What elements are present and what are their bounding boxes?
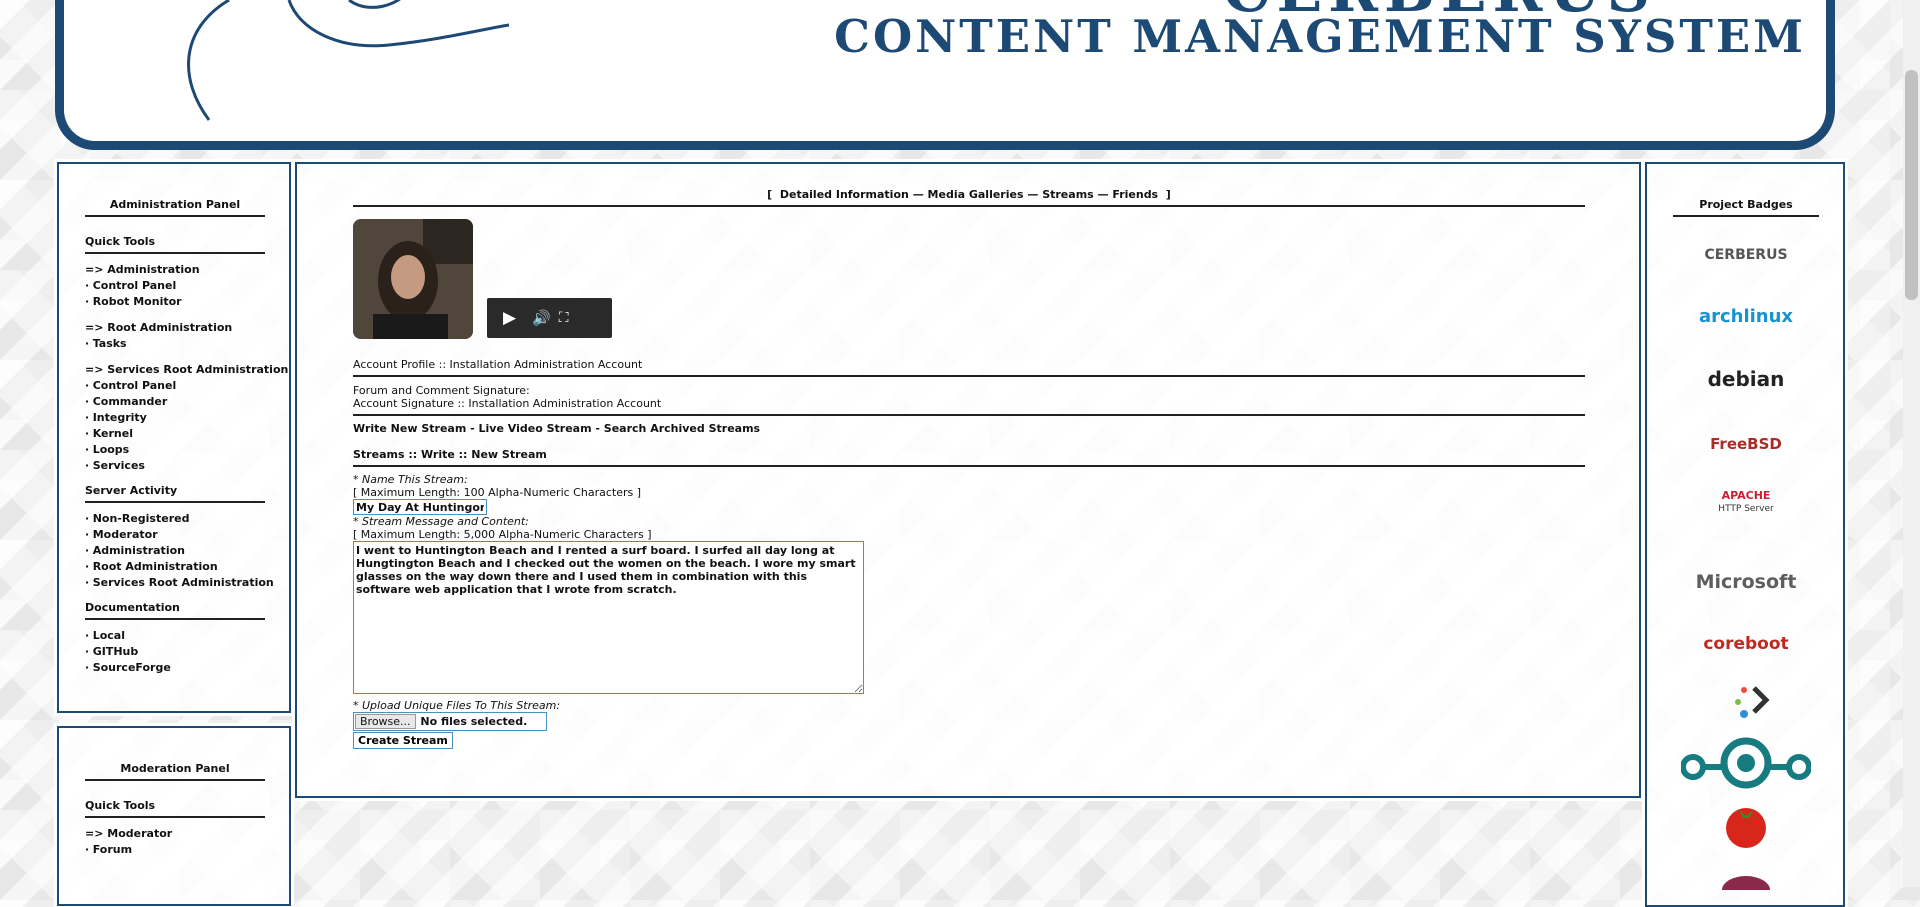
lineageos-badge-icon[interactable] (1673, 735, 1819, 798)
moderation-panel: Moderation Panel Quick Tools => Moderato… (57, 726, 291, 906)
badge-coreboot[interactable]: coreboot (1673, 624, 1819, 664)
nav-item[interactable]: · Robot Monitor (85, 294, 265, 310)
nav-moderator-root[interactable]: => Moderator (85, 826, 265, 842)
tab-detailed-information[interactable]: Detailed Information (780, 188, 909, 201)
site-header: CERBERUS CONTENT MANAGEMENT SYSTEM (55, 0, 1835, 150)
create-stream-button[interactable]: Create Stream (353, 732, 453, 749)
name-hint: [ Maximum Length: 100 Alpha-Numeric Char… (353, 486, 641, 499)
nav-item[interactable]: · SourceForge (85, 660, 265, 676)
tab-streams[interactable]: Streams (1042, 188, 1094, 201)
nav-item[interactable]: · Non-Registered (85, 511, 265, 527)
profile-tabs: [ Detailed Information — Media Galleries… (353, 188, 1585, 207)
nav-item[interactable]: · Moderator (85, 527, 265, 543)
nav-item[interactable]: · Services (85, 458, 265, 474)
nav-group-root[interactable]: => Root Administration (85, 320, 265, 336)
section-heading: Server Activity (85, 484, 265, 503)
stream-name-input[interactable] (353, 499, 487, 515)
badge-debian[interactable]: debian (1673, 359, 1819, 399)
scrollbar[interactable] (1903, 0, 1920, 887)
message-label: * Stream Message and Content: (353, 515, 529, 528)
signature-value: Account Signature :: Installation Admini… (353, 397, 1585, 416)
nav-item[interactable]: · Integrity (85, 410, 265, 426)
live-video-stream-link[interactable]: Live Video Stream (479, 422, 592, 435)
fullscreen-icon[interactable]: ⛶ (559, 310, 569, 326)
volume-icon[interactable]: 🔊 (532, 309, 551, 327)
nav-item[interactable]: · Root Administration (85, 559, 265, 575)
partial-badge-icon[interactable] (1673, 860, 1819, 904)
nav-item[interactable]: · GITHub (85, 644, 265, 660)
nav-item[interactable]: · Commander (85, 394, 265, 410)
header-subtitle: CONTENT MANAGEMENT SYSTEM (834, 10, 1806, 63)
badge-apache[interactable]: APACHE HTTP Server (1673, 488, 1819, 514)
search-archived-streams-link[interactable]: Search Archived Streams (604, 422, 760, 435)
nav-item[interactable]: · Local (85, 628, 265, 644)
breadcrumb: Streams :: Write :: New Stream (353, 448, 1585, 467)
project-badges-panel: Project Badges CERBERUS archlinux debian Fr… (1645, 162, 1845, 907)
nav-item[interactable]: · Tasks (85, 336, 265, 352)
play-icon[interactable]: ▶ (503, 308, 516, 328)
signature-label: Forum and Comment Signature: (353, 384, 530, 397)
badge-cerberus[interactable]: CERBERUS (1673, 235, 1819, 275)
badge-microsoft[interactable]: Microsoft (1673, 562, 1819, 602)
video-player[interactable]: ▶ 🔊 ⛶ (487, 298, 612, 338)
administration-panel: Administration Panel Quick Tools => Admin… (57, 162, 291, 713)
scrollbar-thumb[interactable] (1905, 70, 1918, 300)
write-new-stream-link[interactable]: Write New Stream (353, 422, 466, 435)
name-label: * Name This Stream: (353, 473, 468, 486)
section-heading: Quick Tools (85, 799, 265, 818)
nav-group-root[interactable]: => Services Root Administration (85, 362, 288, 378)
upload-label: * Upload Unique Files To This Stream: (353, 699, 561, 712)
stream-message-textarea[interactable]: I went to Huntington Beach and I rented … (353, 541, 864, 694)
stream-nav: Write New Stream - Live Video Stream - S… (353, 422, 761, 435)
nav-item[interactable]: · Control Panel (85, 378, 265, 394)
main-content: [ Detailed Information — Media Galleries… (295, 162, 1641, 798)
account-profile: Account Profile :: Installation Administ… (353, 358, 1585, 377)
section-heading: Quick Tools (85, 235, 265, 254)
tomato-badge-icon[interactable] (1673, 800, 1819, 853)
browse-button[interactable]: Browse... (355, 714, 416, 729)
nav-item-forum[interactable]: · Forum (85, 842, 265, 858)
badge-archlinux[interactable]: archlinux (1673, 297, 1819, 337)
nav-group-root[interactable]: => Administration (85, 262, 265, 278)
file-upload[interactable]: Browse... No files selected. (353, 712, 547, 731)
nav-item[interactable]: · Control Panel (85, 278, 265, 294)
panel-title: Administration Panel (85, 198, 265, 217)
nav-item[interactable]: · Loops (85, 442, 265, 458)
nav-item[interactable]: · Services Root Administration (85, 575, 274, 591)
logo-swirl-icon (187, 0, 510, 121)
message-hint: [ Maximum Length: 5,000 Alpha-Numeric Ch… (353, 528, 652, 541)
tab-media-galleries[interactable]: Media Galleries (928, 188, 1024, 201)
badge-freebsd[interactable]: FreeBSD (1673, 424, 1819, 464)
nav-item[interactable]: · Administration (85, 543, 265, 559)
panel-title: Moderation Panel (85, 762, 265, 781)
panel-title: Project Badges (1673, 198, 1819, 217)
section-heading: Documentation (85, 601, 265, 620)
avatar (353, 219, 473, 339)
arrow-badge-icon[interactable] (1673, 680, 1819, 727)
nav-item[interactable]: · Kernel (85, 426, 265, 442)
no-files-text: No files selected. (420, 715, 528, 728)
avatar-photo-icon (353, 219, 473, 339)
tab-friends[interactable]: Friends (1112, 188, 1158, 201)
